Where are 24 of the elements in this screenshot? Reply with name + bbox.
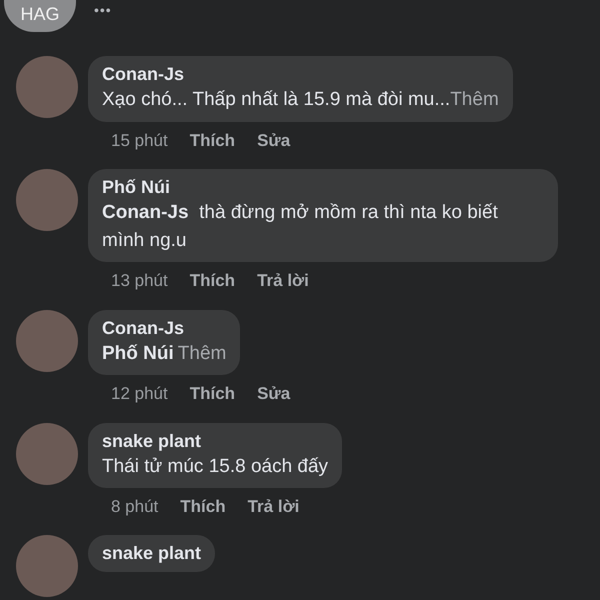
comment-action[interactable]: Trả lời (248, 494, 300, 519)
comment-time: 13 phút (111, 270, 168, 292)
comment-author[interactable]: snake plant (102, 428, 328, 452)
comment-action[interactable]: Trả lời (257, 268, 309, 294)
comment-action[interactable]: Sửa (257, 128, 290, 153)
comment-time: 12 phút (111, 383, 168, 405)
comment-author[interactable]: snake plant (102, 541, 202, 565)
comment-text: Thái tử múc 15.8 oách đấy (102, 454, 328, 478)
comment-action[interactable]: Thích (190, 268, 236, 294)
comment-action[interactable]: Thích (180, 494, 226, 519)
comment-action[interactable]: Sửa (257, 381, 290, 406)
comment-text: Xạo chó... Thấp nhất là 15.9 mà đòi mu... (102, 88, 450, 112)
see-more-link[interactable]: Thêm (450, 86, 499, 114)
comment-author[interactable]: Phố Núi (102, 175, 544, 199)
comment-time: 8 phút (111, 496, 158, 518)
see-more-link[interactable]: Thêm (178, 340, 226, 368)
comment-action[interactable]: Thích (190, 128, 236, 153)
comment-text: Phố Núi (102, 342, 174, 366)
more-options[interactable]: ••• (94, 2, 112, 18)
comment-time: 15 phút (111, 130, 168, 152)
comment-action[interactable]: Thích (190, 381, 236, 406)
comment-author[interactable]: Conan-Js (102, 316, 226, 340)
comment-text: Conan-Js thà đừng mở mồm ra thì nta ko biết mình ng.u (102, 201, 499, 253)
comment-author[interactable]: Conan-Js (102, 62, 499, 86)
